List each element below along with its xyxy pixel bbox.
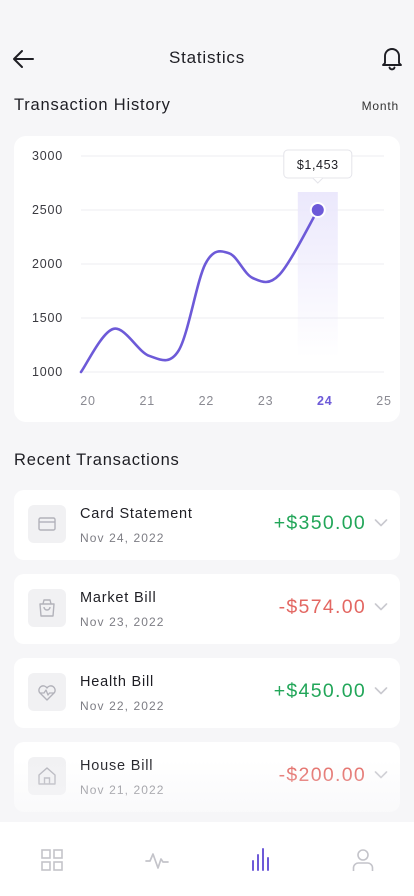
transaction-icon-box xyxy=(28,589,66,627)
recent-header: Recent Transactions xyxy=(14,451,400,470)
transaction-name: Health Bill xyxy=(80,674,155,690)
bell-icon xyxy=(382,48,402,71)
x-tick-label: 21 xyxy=(139,394,155,408)
top-bar: Statistics xyxy=(0,38,414,78)
chevron-down-icon[interactable] xyxy=(374,518,388,528)
x-tick-label: 22 xyxy=(199,394,215,408)
transaction-card[interactable]: Card Statement Nov 24, 2022 +$350.00 xyxy=(14,490,400,560)
transaction-name: Market Bill xyxy=(80,590,157,606)
transaction-name: Card Statement xyxy=(80,506,193,522)
transaction-date: Nov 24, 2022 xyxy=(80,531,165,545)
y-tick-label: 2500 xyxy=(32,203,63,217)
x-tick-label: 23 xyxy=(258,394,274,408)
history-title: Transaction History xyxy=(14,96,171,114)
activity-icon xyxy=(145,853,169,869)
grid-icon xyxy=(41,849,63,871)
card-icon xyxy=(38,517,56,531)
series-line xyxy=(79,208,320,374)
y-tick-label: 3000 xyxy=(32,149,63,163)
y-tick-label: 1500 xyxy=(32,311,63,325)
notifications-button[interactable] xyxy=(380,45,404,71)
tab-activity[interactable] xyxy=(144,847,170,873)
transaction-icon-box xyxy=(28,505,66,543)
bar-chart-icon xyxy=(252,848,269,871)
user-icon xyxy=(352,849,374,871)
tooltip-value: $1,453 xyxy=(297,158,339,172)
transaction-amount: -$574.00 xyxy=(278,596,366,618)
transaction-card[interactable]: Market Bill Nov 23, 2022 -$574.00 xyxy=(14,574,400,644)
heart-pulse-icon xyxy=(38,685,56,701)
tooltip-pointer xyxy=(312,177,324,184)
y-tick-label: 2000 xyxy=(32,257,63,271)
recent-title: Recent Transactions xyxy=(14,451,180,469)
history-header: Transaction History Month xyxy=(14,96,400,115)
bottom-tab-bar xyxy=(0,822,414,896)
page-title: Statistics xyxy=(168,48,246,67)
tab-dashboard[interactable] xyxy=(39,847,65,873)
bag-icon xyxy=(39,599,55,617)
transaction-card[interactable]: Health Bill Nov 22, 2022 +$450.00 xyxy=(14,658,400,728)
tab-profile[interactable] xyxy=(350,847,376,873)
x-tick-label: 25 xyxy=(376,394,392,408)
transaction-amount: +$350.00 xyxy=(273,512,366,534)
x-tick-label: 20 xyxy=(80,394,96,408)
x-tick-label: 24 xyxy=(317,394,333,408)
tab-statistics[interactable] xyxy=(248,847,274,873)
y-tick-label: 1000 xyxy=(32,365,63,379)
chevron-down-icon[interactable] xyxy=(374,602,388,612)
selected-point xyxy=(309,202,326,218)
transaction-amount: +$450.00 xyxy=(273,680,366,702)
transaction-icon-box xyxy=(28,673,66,711)
chevron-down-icon[interactable] xyxy=(374,686,388,696)
list-fade-overlay xyxy=(0,760,414,822)
transaction-chart-card: 3000 2500 2000 1500 1000 20 21 22 23 24 25 $1,453 xyxy=(14,136,400,422)
transaction-line-chart[interactable]: 3000 2500 2000 1500 1000 20 21 22 23 24 25 $1,453 xyxy=(14,136,400,422)
period-selector[interactable]: Month xyxy=(362,99,399,113)
transaction-date: Nov 22, 2022 xyxy=(80,699,165,713)
transaction-date: Nov 23, 2022 xyxy=(80,615,165,629)
